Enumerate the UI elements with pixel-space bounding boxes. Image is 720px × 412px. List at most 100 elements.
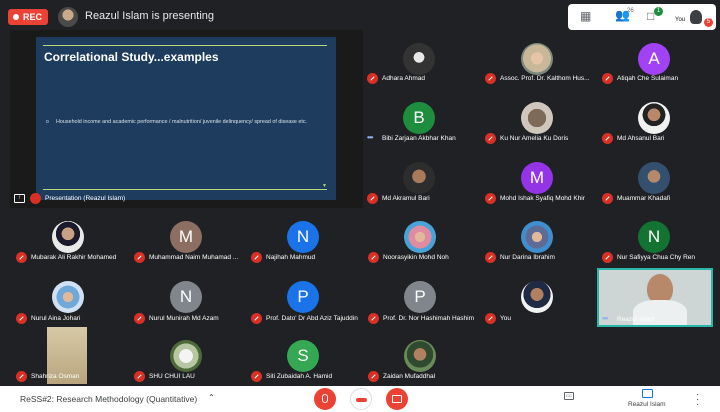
participant-name: Bibi Zarjaan Akbhar Khan xyxy=(382,135,456,142)
avatar: M xyxy=(170,221,202,253)
present-label: Reazul Islam xyxy=(628,401,666,408)
mic-off-icon xyxy=(16,371,27,382)
avatar: B xyxy=(403,102,435,134)
participant-name: Shahriza Osman xyxy=(31,373,80,380)
mic-off-icon xyxy=(602,252,613,263)
mic-off-icon xyxy=(322,394,328,403)
mic-toggle-button[interactable] xyxy=(314,388,336,410)
participant-name: Adhara Ahmad xyxy=(382,75,426,82)
mic-off-icon xyxy=(134,252,145,263)
avatar: P xyxy=(404,281,436,313)
participant-name: Prof. Dato' Dr Abd Aziz Tajuddin xyxy=(266,315,358,322)
more-options-icon[interactable]: · · · xyxy=(696,390,699,410)
participant-name: Nur Safiyya Chua Chy Ren xyxy=(617,254,696,261)
mic-off-icon xyxy=(368,313,379,324)
speaking-indicator-icon: ••• xyxy=(367,133,373,142)
mic-off-icon xyxy=(368,371,379,382)
mic-off-icon xyxy=(602,133,613,144)
recording-label: REC xyxy=(23,12,43,22)
mic-off-icon xyxy=(485,193,496,204)
chevron-up-icon[interactable]: ⌃ xyxy=(208,393,215,402)
participant-name: Noorasyikin Mohd Noh xyxy=(383,254,449,261)
participant-name: Muhammad Naim Muhamad ... xyxy=(149,254,239,261)
avatar xyxy=(521,281,553,313)
user-avatar[interactable] xyxy=(690,10,702,24)
avatar: N xyxy=(287,221,319,253)
avatar: M xyxy=(521,162,553,194)
camera-off-icon xyxy=(392,395,402,403)
avatar xyxy=(638,102,670,134)
presenter-avatar xyxy=(58,7,78,27)
audio-icon xyxy=(30,193,41,204)
mic-off-icon xyxy=(251,252,262,263)
mic-off-icon xyxy=(485,133,496,144)
participant-name: Mubarak Ali Rakhir Mohamed xyxy=(31,254,117,261)
mic-off-icon xyxy=(251,371,262,382)
slide-bullet: o xyxy=(46,119,49,125)
slide-divider xyxy=(43,45,327,46)
avatar xyxy=(403,43,435,75)
participants-count: 26 xyxy=(627,8,634,14)
meet-window: REC Reazul Islam is presenting ▦ 👥 26 □ … xyxy=(0,0,720,412)
participant-name: Atiqah Che Sulaiman xyxy=(617,75,679,82)
participant-name: Nur Darina Ibrahim xyxy=(500,254,555,261)
avatar xyxy=(170,340,202,372)
avatar xyxy=(521,102,553,134)
avatar: A xyxy=(638,43,670,75)
mic-off-icon xyxy=(368,252,379,263)
grid-layout-icon[interactable]: ▦ xyxy=(580,9,591,23)
top-right-toolbar: ▦ 👥 26 □ 1 You 5 xyxy=(568,4,716,30)
record-dot-icon xyxy=(13,14,19,20)
participant-name: Zaidan Mufaddhal xyxy=(383,373,436,380)
avatar: N xyxy=(170,281,202,313)
mic-off-icon xyxy=(16,252,27,263)
avatar xyxy=(52,281,84,313)
mic-off-icon xyxy=(134,313,145,324)
mic-off-icon xyxy=(251,313,262,324)
participant-name: Mohd Ishak Syafiq Mohd Khir xyxy=(500,195,585,202)
presentation-footer: ↑ Presentation (Reazul Islam) xyxy=(10,190,363,208)
leave-call-button[interactable] xyxy=(350,388,372,410)
captions-icon[interactable]: CC xyxy=(564,392,574,400)
camera-toggle-button[interactable] xyxy=(386,388,408,410)
avatar xyxy=(52,221,84,253)
mic-off-icon xyxy=(485,313,496,324)
speaking-indicator-icon: ••• xyxy=(602,314,608,323)
screen-share-icon: ↑ xyxy=(14,194,25,203)
participant-name: Md Akramul Bari xyxy=(382,195,430,202)
avatar xyxy=(403,162,435,194)
mic-off-icon xyxy=(602,193,613,204)
avatar: N xyxy=(638,221,670,253)
participant-name: Md Ahsanul Bari xyxy=(617,135,665,142)
avatar xyxy=(521,221,553,253)
participant-name: Muammar Khadafi xyxy=(617,195,671,202)
slide-body: Household income and academic performanc… xyxy=(56,119,308,125)
presentation-tile[interactable]: Correlational Study...examples o Househo… xyxy=(10,30,363,208)
presenting-status: Reazul Islam is presenting xyxy=(85,10,215,22)
top-bar: REC Reazul Islam is presenting ▦ 👥 26 □ … xyxy=(0,0,720,33)
presentation-slide: Correlational Study...examples o Househo… xyxy=(36,37,336,200)
participant-name: Prof. Dr. Nor Hashimah Hashim xyxy=(383,315,475,322)
meeting-title[interactable]: ReSS#2: Research Methodology (Quantitati… xyxy=(20,394,197,404)
video-tile-reazul[interactable]: ••• Reazul Islam xyxy=(597,268,713,327)
participant-name: Ku Nur Amelia Ku Doris xyxy=(500,135,569,142)
participant-name: Siti Zubaidah A. Hamid xyxy=(266,373,333,380)
participant-name: SHU CHUI LAU xyxy=(149,373,195,380)
avatar xyxy=(638,162,670,194)
mic-off-icon xyxy=(485,73,496,84)
bottom-bar: ReSS#2: Research Methodology (Quantitati… xyxy=(0,386,720,412)
present-screen-icon[interactable] xyxy=(642,389,653,398)
chat-badge: 1 xyxy=(654,7,663,16)
avatar xyxy=(404,221,436,253)
you-label: You xyxy=(675,17,686,23)
avatar: P xyxy=(287,281,319,313)
alert-badge: 5 xyxy=(704,18,713,27)
avatar xyxy=(521,43,553,75)
hang-up-icon xyxy=(356,398,367,402)
mic-off-icon xyxy=(602,73,613,84)
mic-off-icon xyxy=(16,313,27,324)
slide-corner-mark: ▼ xyxy=(322,183,327,189)
mic-off-icon xyxy=(367,73,378,84)
recording-badge: REC xyxy=(8,9,48,25)
slide-title: Correlational Study...examples xyxy=(44,50,219,64)
